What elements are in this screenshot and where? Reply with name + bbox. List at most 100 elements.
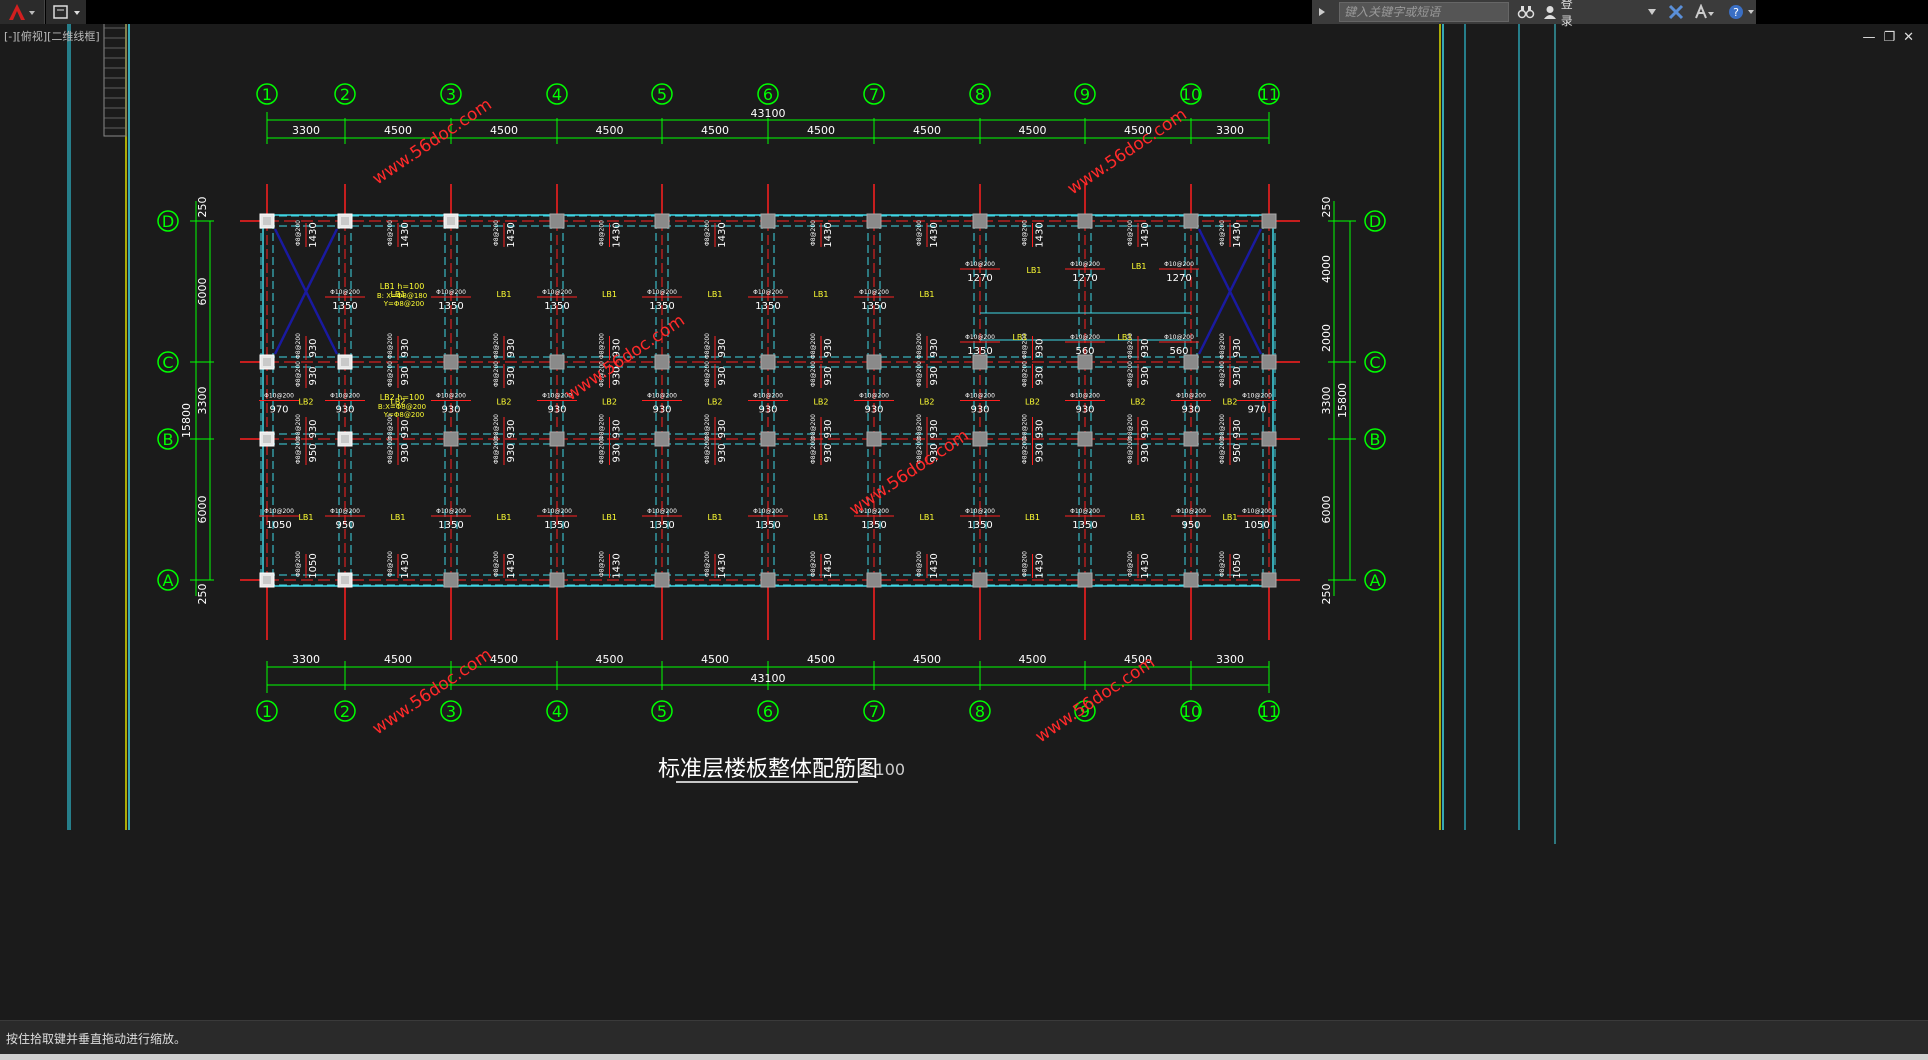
column xyxy=(866,213,882,229)
grid-label-column: 5 xyxy=(657,85,667,104)
column xyxy=(1077,354,1093,370)
slab-label: LB1 xyxy=(919,513,934,522)
rebar-spec: Φ10@200 xyxy=(542,508,572,515)
column xyxy=(549,431,565,447)
rebar-length: 1430 xyxy=(506,553,517,578)
total-length-dimension: 43100 xyxy=(751,672,786,685)
quick-access-toolbar-button[interactable] xyxy=(46,0,86,24)
column-inner xyxy=(447,217,455,225)
column-inner xyxy=(263,217,271,225)
rebar-length: 930 xyxy=(1140,366,1151,385)
rebar-spec: Φ10@200 xyxy=(859,289,889,296)
rebar-length: 1430 xyxy=(612,553,623,578)
rebar-spec: Φ10@200 xyxy=(965,393,995,400)
restore-icon[interactable]: ❐ xyxy=(1883,30,1895,45)
binoculars-icon[interactable] xyxy=(1517,5,1535,19)
rebar-length: 930 xyxy=(308,338,319,357)
grid-label-row: D xyxy=(1369,212,1381,231)
column-inner xyxy=(263,435,271,443)
rebar-length: 1050 xyxy=(266,520,291,531)
minimize-icon[interactable]: — xyxy=(1862,30,1875,45)
rebar-length: 1350 xyxy=(1072,520,1097,531)
column-inner xyxy=(263,576,271,584)
rebar-length: 1430 xyxy=(717,553,728,578)
search-input[interactable] xyxy=(1339,2,1509,22)
rebar-length: 1430 xyxy=(400,553,411,578)
bay-dimension: 4500 xyxy=(1019,124,1047,137)
rebar-spec: Φ8@200 xyxy=(599,333,606,359)
rebar-spec: Φ8@200 xyxy=(1127,551,1134,577)
bay-dimension: 3300 xyxy=(292,124,320,137)
grid-label-row: D xyxy=(162,212,174,231)
grid-label-column: 8 xyxy=(975,85,985,104)
application-menu-button[interactable] xyxy=(0,0,45,24)
grid-label-row: C xyxy=(1369,353,1380,372)
rebar-spec: Φ8@200 xyxy=(1219,333,1226,359)
rebar-spec: Φ8@200 xyxy=(295,361,302,387)
slab-label: LB1 xyxy=(602,513,617,522)
dropdown-arrow-icon[interactable] xyxy=(1648,9,1656,15)
rebar-spec: Φ8@200 xyxy=(387,220,394,246)
row-dimension: 4000 xyxy=(1320,255,1333,283)
rebar-length: 930 xyxy=(612,419,623,438)
rebar-length: 930 xyxy=(1140,443,1151,462)
rebar-spec: Φ8@200 xyxy=(704,220,711,246)
grid-label-column: 2 xyxy=(340,702,350,721)
connect-icon[interactable] xyxy=(1692,4,1714,20)
rebar-spec: Φ8@200 xyxy=(1127,414,1134,440)
rebar-spec: Φ8@200 xyxy=(493,333,500,359)
rebar-spec: Φ8@200 xyxy=(599,551,606,577)
rebar-length: 1430 xyxy=(612,222,623,247)
slab-label: LB1 xyxy=(919,290,934,299)
help-icon[interactable]: ? xyxy=(1728,4,1756,20)
bay-dimension: 4500 xyxy=(807,653,835,666)
rebar-spec: Φ10@200 xyxy=(753,393,783,400)
rebar-length: 1430 xyxy=(929,553,940,578)
rebar-spec: Φ8@200 xyxy=(493,551,500,577)
rebar-length: 930 xyxy=(929,419,940,438)
rebar-spec: Φ8@200 xyxy=(810,414,817,440)
slab-note: B:X=Φ8@200 xyxy=(378,403,426,411)
rebar-length: 1350 xyxy=(967,520,992,531)
close-icon[interactable]: ✕ xyxy=(1903,30,1914,45)
column xyxy=(1183,431,1199,447)
rebar-length: 930 xyxy=(823,419,834,438)
rebar-spec: Φ8@200 xyxy=(704,551,711,577)
rebar-spec: Φ8@200 xyxy=(810,361,817,387)
rebar-length: 1430 xyxy=(506,222,517,247)
rebar-length: 950 xyxy=(308,443,319,462)
slab-label: LB1 xyxy=(1117,333,1132,342)
grid-label-column: 7 xyxy=(869,85,879,104)
user-icon[interactable] xyxy=(1543,5,1557,19)
drawing-scale: 1:100 xyxy=(859,760,905,779)
viewport-controls-label[interactable]: [-][俯视][二维线框] xyxy=(4,28,100,44)
rebar-length: 1430 xyxy=(823,553,834,578)
rebar-spec: Φ10@200 xyxy=(647,393,677,400)
rebar-spec: Φ8@200 xyxy=(916,333,923,359)
row-dimension: 6000 xyxy=(196,496,209,524)
slab-label: LB2 xyxy=(919,398,934,407)
drawing-canvas[interactable]: 3300 4500 4500 4500 4500 4500 4500 4500 4500 3300… xyxy=(0,24,1928,1020)
status-text: 按住拾取键并垂直拖动进行缩放。 xyxy=(6,1032,187,1046)
rebar-spec: Φ8@200 xyxy=(1022,361,1029,387)
slab-label: LB1 xyxy=(707,290,722,299)
row-dimension: 250 xyxy=(196,584,209,605)
grid-label-column: 4 xyxy=(552,702,562,721)
rebar-spec: Φ10@200 xyxy=(1070,508,1100,515)
exchange-apps-icon[interactable] xyxy=(1668,4,1684,20)
column xyxy=(866,354,882,370)
rebar-length: 930 xyxy=(929,338,940,357)
slab-note: Y=Φ8@200 xyxy=(383,300,424,308)
rebar-length: 930 xyxy=(400,419,411,438)
rebar-length: 1350 xyxy=(649,301,674,312)
rebar-length: 930 xyxy=(1232,338,1243,357)
rebar-spec: Φ10@200 xyxy=(647,289,677,296)
grid-label-column: 11 xyxy=(1259,702,1279,721)
expand-arrow-icon[interactable] xyxy=(1318,7,1325,17)
rebar-length: 930 xyxy=(1035,338,1046,357)
column xyxy=(972,213,988,229)
rebar-length: 930 xyxy=(441,405,460,416)
title-bar: 登录 ? xyxy=(0,0,1928,28)
slab-label: LB2 xyxy=(1025,398,1040,407)
slab-label: LB1 xyxy=(707,513,722,522)
